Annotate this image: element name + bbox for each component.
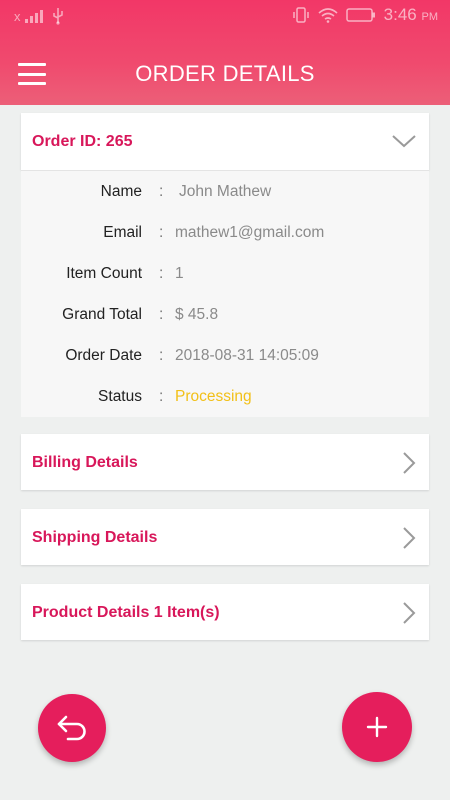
product-details-title: Product Details 1 Item(s) bbox=[32, 604, 220, 621]
product-details-card[interactable]: Product Details 1 Item(s) bbox=[21, 584, 429, 640]
clock-time: 3:46 bbox=[383, 5, 417, 24]
plus-icon bbox=[366, 716, 388, 738]
status-bar-left: x bbox=[14, 7, 65, 25]
shipping-details-card[interactable]: Shipping Details bbox=[21, 509, 429, 565]
shipping-details-title: Shipping Details bbox=[32, 529, 158, 546]
detail-row-grand-total: Grand Total : $ 45.8 bbox=[21, 306, 429, 328]
vibrate-icon bbox=[292, 7, 309, 23]
app-bar: x 3:46 PM ORDER DETAILS bbox=[0, 0, 450, 105]
order-id-card[interactable]: Order ID: 265 bbox=[21, 113, 429, 170]
detail-separator: : bbox=[159, 224, 164, 241]
detail-separator: : bbox=[159, 347, 164, 364]
detail-label: Grand Total bbox=[62, 306, 142, 323]
page-title: ORDER DETAILS bbox=[135, 61, 315, 86]
detail-label: Item Count bbox=[66, 265, 142, 282]
detail-separator: : bbox=[159, 388, 164, 405]
clock: 3:46 PM bbox=[384, 5, 438, 25]
chevron-right-icon bbox=[403, 527, 416, 549]
detail-separator: : bbox=[159, 183, 164, 200]
order-id-label: Order ID: 265 bbox=[32, 133, 133, 150]
detail-value: 1 bbox=[175, 265, 184, 282]
carrier-label: x bbox=[14, 8, 21, 24]
detail-label: Order Date bbox=[65, 347, 142, 364]
detail-value: $ 45.8 bbox=[175, 306, 219, 323]
detail-row-name: Name : John Mathew bbox=[21, 183, 429, 205]
battery-icon bbox=[345, 8, 375, 22]
chevron-down-icon bbox=[392, 135, 416, 148]
detail-value: mathew1@gmail.com bbox=[175, 224, 325, 241]
detail-row-status: Status : Processing bbox=[21, 388, 429, 410]
order-details-panel: Name : John Mathew Email : mathew1@gmail… bbox=[21, 170, 429, 417]
chevron-right-icon bbox=[403, 602, 416, 624]
detail-label: Email bbox=[103, 224, 142, 241]
detail-separator: : bbox=[159, 306, 164, 323]
status-bar-right: 3:46 PM bbox=[292, 5, 438, 25]
wifi-icon bbox=[318, 8, 338, 23]
usb-icon bbox=[52, 8, 63, 25]
detail-row-email: Email : mathew1@gmail.com bbox=[21, 224, 429, 246]
back-button[interactable] bbox=[38, 694, 106, 762]
add-button[interactable] bbox=[342, 692, 412, 762]
detail-value: John Mathew bbox=[179, 183, 272, 200]
detail-row-item-count: Item Count : 1 bbox=[21, 265, 429, 287]
detail-separator: : bbox=[159, 265, 164, 282]
status-badge: Processing bbox=[175, 388, 252, 405]
detail-label: Status bbox=[98, 388, 142, 405]
detail-label: Name bbox=[100, 183, 142, 200]
detail-row-order-date: Order Date : 2018-08-31 14:05:09 bbox=[21, 347, 429, 369]
billing-details-card[interactable]: Billing Details bbox=[21, 434, 429, 490]
chevron-right-icon bbox=[403, 452, 416, 474]
signal-icon bbox=[24, 10, 43, 23]
undo-back-icon bbox=[57, 715, 86, 741]
clock-ampm: PM bbox=[421, 11, 439, 23]
status-bar: x 3:46 PM bbox=[0, 0, 450, 32]
billing-details-title: Billing Details bbox=[32, 454, 138, 471]
detail-value: 2018-08-31 14:05:09 bbox=[175, 347, 319, 364]
